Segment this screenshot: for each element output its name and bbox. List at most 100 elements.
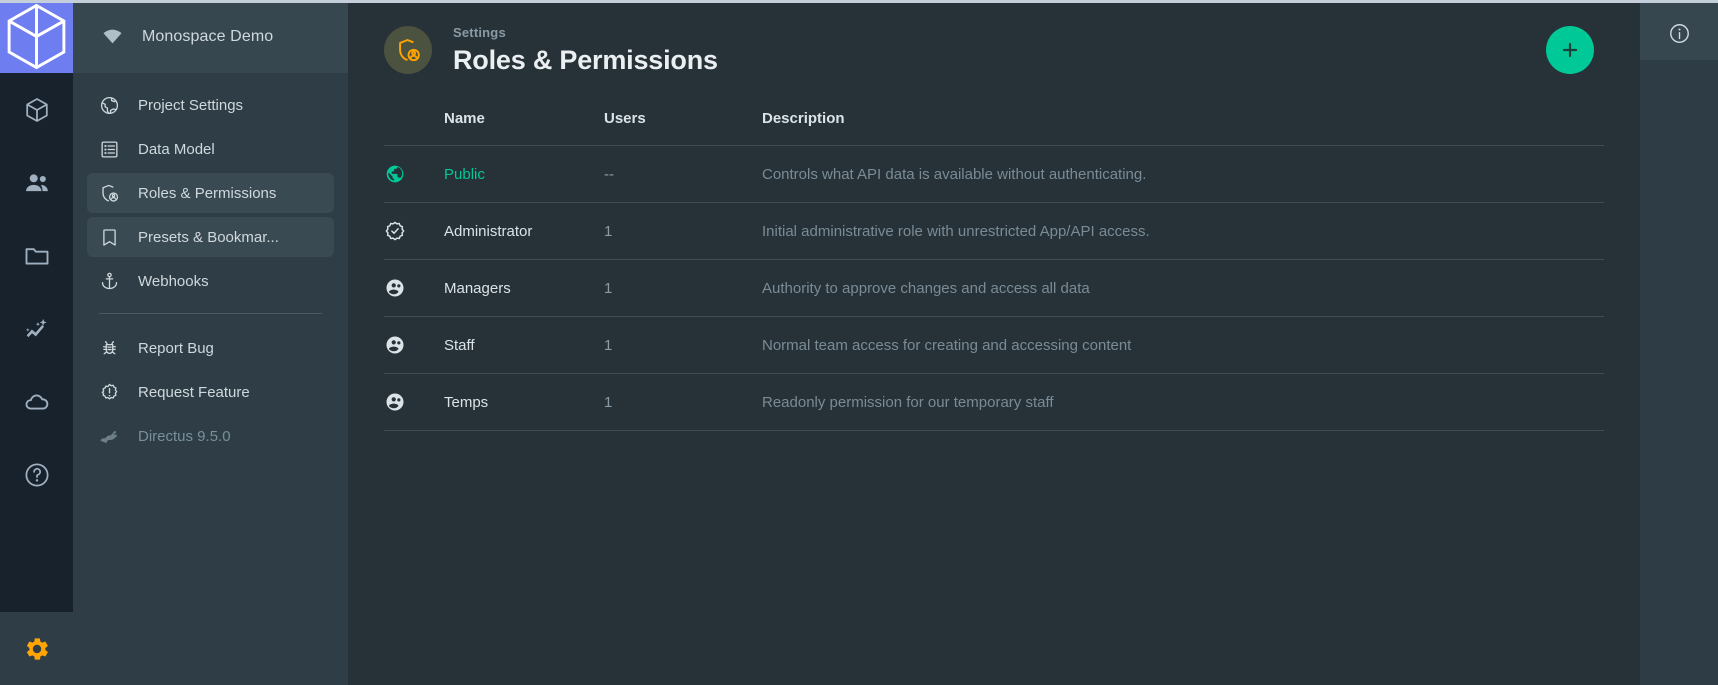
verified-user-icon: [384, 220, 406, 242]
sidebar-divider: [99, 313, 322, 314]
table-row[interactable]: Staff 1 Normal team access for creating …: [384, 317, 1604, 374]
role-name: Temps: [444, 374, 604, 431]
sidebar-item-label: Report Bug: [138, 340, 214, 357]
people-icon: [23, 169, 51, 197]
sidebar-item-presets-bookmarks[interactable]: Presets & Bookmar...: [87, 217, 334, 257]
sidebar-item-webhooks[interactable]: Webhooks: [87, 261, 334, 301]
sidebar-item-report-bug[interactable]: Report Bug: [87, 328, 334, 368]
column-header-name[interactable]: Name: [444, 100, 604, 146]
roles-table-body: Public -- Controls what API data is avai…: [384, 146, 1604, 431]
sidebar-item-roles-permissions[interactable]: Roles & Permissions: [87, 173, 334, 213]
cloud-icon: [23, 388, 51, 416]
table-row[interactable]: Temps 1 Readonly permission for our temp…: [384, 374, 1604, 431]
sidebar-item-project-settings[interactable]: Project Settings: [87, 85, 334, 125]
app-root: Monospace Demo Project Settings: [0, 0, 1718, 685]
role-name: Administrator: [444, 203, 604, 260]
sidebar-item-label: Data Model: [138, 141, 215, 158]
table-header-row: Name Users Description: [384, 100, 1604, 146]
row-icon-cell: [384, 146, 444, 203]
admin-panel-settings-icon: [395, 37, 422, 64]
settings-sidebar: Monospace Demo Project Settings: [73, 0, 348, 685]
plus-icon: [1559, 39, 1581, 61]
insights-icon: [23, 315, 51, 343]
page-title: Roles & Permissions: [453, 45, 718, 76]
rail-item-users[interactable]: [0, 146, 73, 219]
sidebar-item-label: Project Settings: [138, 97, 243, 114]
breadcrumb: Settings: [453, 24, 718, 42]
rail-item-files[interactable]: [0, 219, 73, 292]
roles-table: Name Users Description Public --: [384, 100, 1604, 431]
module-rail-bottom: [0, 612, 73, 685]
wifi-icon: [101, 25, 124, 48]
rail-item-help[interactable]: [0, 438, 73, 511]
row-icon-cell: [384, 203, 444, 260]
role-users-count: 1: [604, 317, 762, 374]
role-name: Public: [444, 146, 604, 203]
cube-icon: [23, 96, 51, 124]
roles-table-head: Name Users Description: [384, 100, 1604, 146]
sidebar-item-label: Webhooks: [138, 273, 209, 290]
admin-panel-icon: [99, 183, 120, 204]
project-name: Monospace Demo: [142, 28, 273, 46]
directus-logo[interactable]: [0, 0, 73, 73]
list-alt-icon: [99, 139, 120, 160]
settings-nav-list: Project Settings Data Model: [73, 73, 348, 460]
page-header: Settings Roles & Permissions: [348, 0, 1640, 100]
supervised-user-circle-icon: [384, 391, 406, 413]
supervised-user-circle-icon: [384, 334, 406, 356]
bug-icon: [99, 338, 120, 359]
page-header-titles: Settings Roles & Permissions: [453, 24, 718, 75]
column-header-description[interactable]: Description: [762, 100, 1604, 146]
sidebar-item-data-model[interactable]: Data Model: [87, 129, 334, 169]
role-users-count: --: [604, 146, 762, 203]
table-row[interactable]: Managers 1 Authority to approve changes …: [384, 260, 1604, 317]
info-drawer: [1640, 0, 1718, 685]
sidebar-item-label: Roles & Permissions: [138, 185, 276, 202]
column-header-icon: [384, 100, 444, 146]
rabbit-icon: [99, 426, 120, 447]
roles-table-container: Name Users Description Public --: [348, 100, 1640, 431]
folder-icon: [23, 242, 51, 270]
role-users-count: 1: [604, 203, 762, 260]
gear-icon: [23, 635, 51, 663]
sidebar-item-label: Presets & Bookmar...: [138, 229, 279, 246]
role-name: Managers: [444, 260, 604, 317]
rail-item-content[interactable]: [0, 73, 73, 146]
sidebar-item-version: Directus 9.5.0: [87, 416, 334, 456]
public-globe-icon: [384, 163, 406, 185]
role-description: Normal team access for creating and acce…: [762, 317, 1604, 374]
bookmark-icon: [99, 227, 120, 248]
globe-icon: [99, 95, 120, 116]
sidebar-item-request-feature[interactable]: Request Feature: [87, 372, 334, 412]
row-icon-cell: [384, 260, 444, 317]
main-content: Settings Roles & Permissions Name Users …: [348, 0, 1640, 685]
table-row[interactable]: Public -- Controls what API data is avai…: [384, 146, 1604, 203]
info-circle-icon: [1668, 22, 1691, 45]
anchor-icon: [99, 271, 120, 292]
row-icon-cell: [384, 317, 444, 374]
role-description: Controls what API data is available with…: [762, 146, 1604, 203]
role-description: Initial administrative role with unrestr…: [762, 203, 1604, 260]
role-description: Readonly permission for our temporary st…: [762, 374, 1604, 431]
row-icon-cell: [384, 374, 444, 431]
role-users-count: 1: [604, 260, 762, 317]
rail-item-settings[interactable]: [0, 612, 73, 685]
page-icon-badge: [384, 26, 432, 74]
window-top-edge: [0, 0, 1718, 3]
table-row[interactable]: Administrator 1 Initial administrative r…: [384, 203, 1604, 260]
sidebar-item-label: Request Feature: [138, 384, 250, 401]
feature-request-icon: [99, 382, 120, 403]
rail-item-cloud[interactable]: [0, 365, 73, 438]
help-circle-icon: [23, 461, 51, 489]
info-drawer-body: [1640, 60, 1718, 685]
role-users-count: 1: [604, 374, 762, 431]
create-role-button[interactable]: [1546, 26, 1594, 74]
info-drawer-header: [1640, 0, 1718, 60]
rail-spacer: [0, 511, 73, 612]
sidebar-item-label: Directus 9.5.0: [138, 428, 231, 445]
project-header[interactable]: Monospace Demo: [73, 0, 348, 73]
module-rail: [0, 0, 73, 685]
column-header-users[interactable]: Users: [604, 100, 762, 146]
rail-item-insights[interactable]: [0, 292, 73, 365]
supervised-user-circle-icon: [384, 277, 406, 299]
